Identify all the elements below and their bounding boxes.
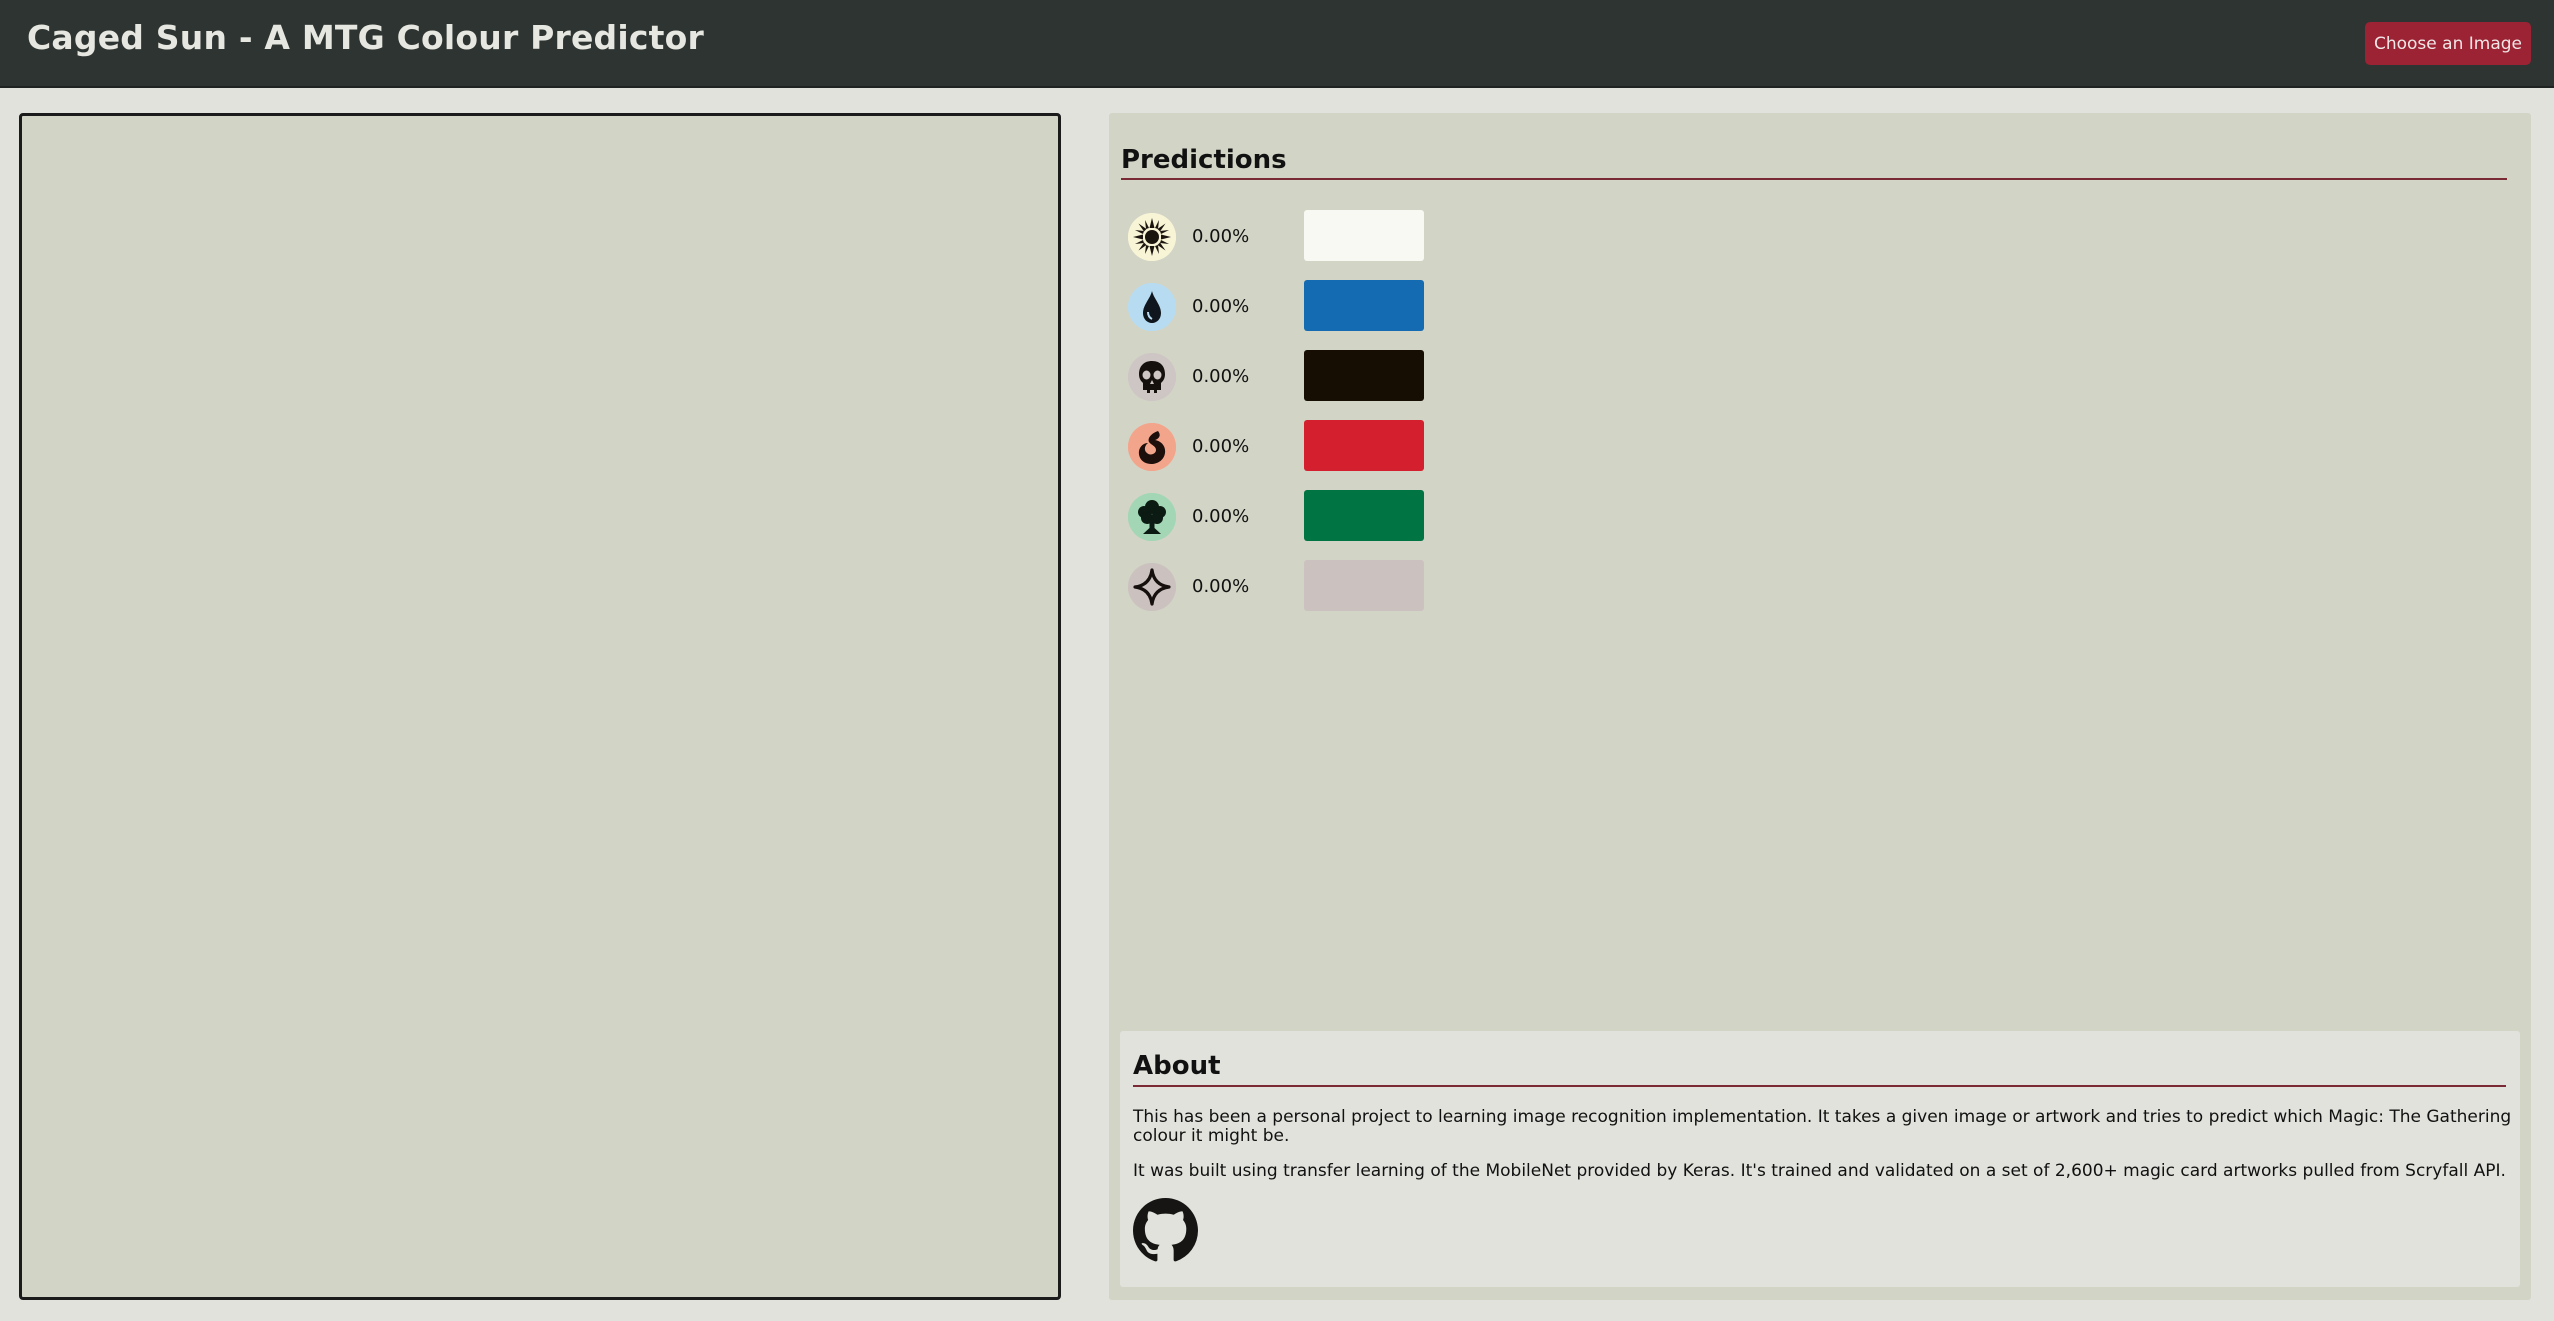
prediction-row-colorless: 0.00% [1128,560,1448,612]
github-icon[interactable] [1133,1198,1198,1263]
about-paragraph-2: It was built using transfer learning of … [1133,1161,2506,1181]
prediction-percent-red: 0.00% [1192,436,1250,457]
color-swatch-white [1304,210,1424,261]
colorless-diamond-mana-icon [1128,563,1176,611]
prediction-row-green: 0.00% [1128,490,1448,542]
color-swatch-blue [1304,280,1424,331]
app-header: Caged Sun - A MTG Colour Predictor Choos… [0,0,2554,88]
predictions-divider [1121,178,2507,180]
blue-drop-mana-icon [1128,283,1176,331]
green-tree-mana-icon [1128,493,1176,541]
prediction-row-white: 0.00% [1128,210,1448,262]
color-swatch-black [1304,350,1424,401]
app-title: Caged Sun - A MTG Colour Predictor [27,18,704,57]
white-sun-mana-icon [1128,213,1176,261]
black-skull-mana-icon [1128,353,1176,401]
prediction-row-red: 0.00% [1128,420,1448,472]
predictions-title: Predictions [1121,145,1287,175]
prediction-percent-blue: 0.00% [1192,296,1250,317]
about-divider [1133,1085,2506,1087]
red-fire-mana-icon [1128,423,1176,471]
color-swatch-red [1304,420,1424,471]
about-paragraph-1: This has been a personal project to lear… [1133,1107,2512,1146]
prediction-percent-white: 0.00% [1192,226,1250,247]
color-swatch-colorless [1304,560,1424,611]
about-section: About This has been a personal project t… [1120,1031,2520,1287]
prediction-row-black: 0.00% [1128,350,1448,402]
color-swatch-green [1304,490,1424,541]
image-drop-area[interactable] [19,113,1061,1300]
about-title: About [1133,1051,1221,1081]
predictions-panel: Predictions 0.00% 0.00% 0.00% 0.00% 0.00… [1109,113,2531,1300]
prediction-row-blue: 0.00% [1128,280,1448,332]
prediction-percent-colorless: 0.00% [1192,576,1250,597]
prediction-percent-black: 0.00% [1192,366,1250,387]
prediction-percent-green: 0.00% [1192,506,1250,527]
choose-image-button[interactable]: Choose an Image [2365,22,2531,65]
